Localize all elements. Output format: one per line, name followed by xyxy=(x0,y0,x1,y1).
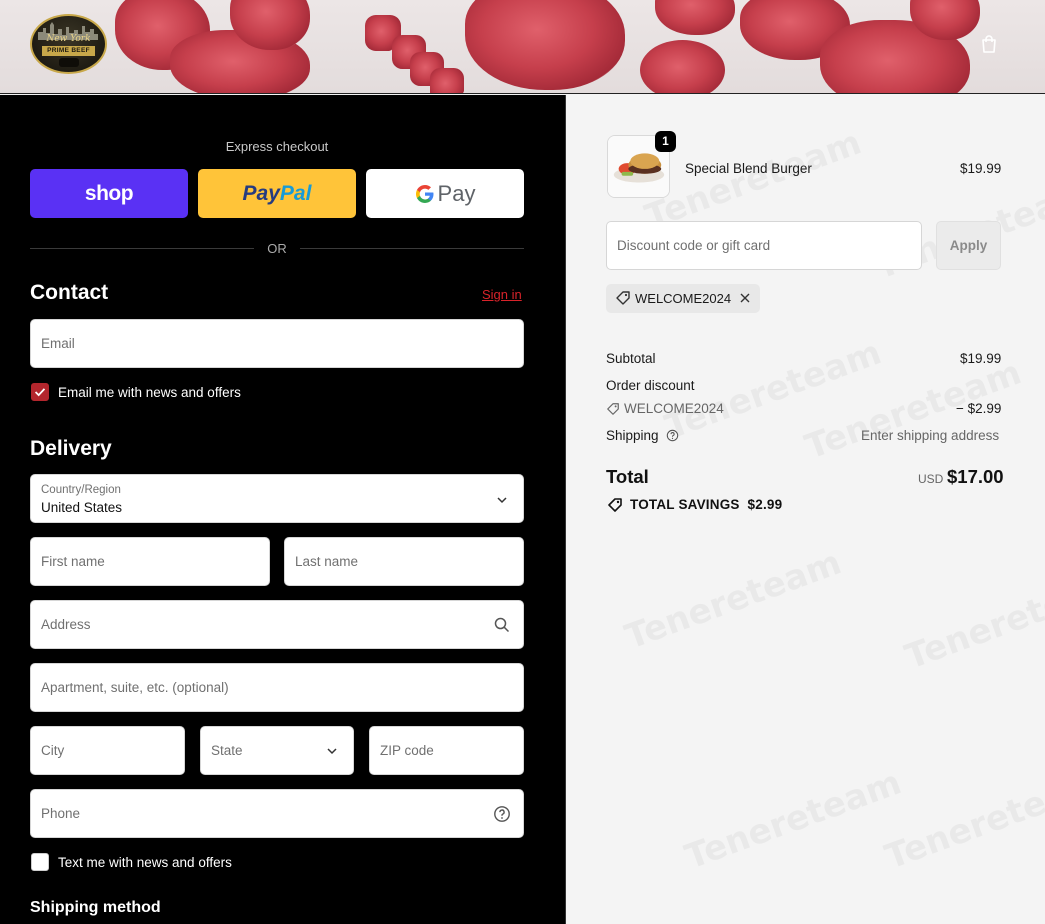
contact-heading: Contact xyxy=(30,281,109,304)
order-discount-label: Order discount xyxy=(606,378,695,393)
chevron-down-icon xyxy=(327,748,337,755)
zip-placeholder: ZIP code xyxy=(380,743,434,758)
checkout-form-panel: Express checkout shop Pay Pal Pay OR Cont… xyxy=(0,95,566,924)
total-savings-value: $2.99 xyxy=(747,497,783,512)
apartment-field[interactable]: Apartment, suite, etc. (optional) xyxy=(30,663,524,712)
item-name: Special Blend Burger xyxy=(685,161,812,176)
apply-discount-button[interactable]: Apply xyxy=(936,221,1001,270)
applied-discount-tag: WELCOME2024 xyxy=(606,284,760,313)
shopping-bag-icon[interactable] xyxy=(979,34,999,54)
logo-band-text: PRIME BEEF xyxy=(42,46,95,56)
news-checkbox-label: Email me with news and offers xyxy=(58,385,241,400)
banner-filet-image xyxy=(640,40,725,93)
city-field[interactable]: City xyxy=(30,726,185,775)
google-g-icon xyxy=(415,184,434,203)
discount-code-input[interactable]: Discount code or gift card xyxy=(606,221,922,270)
phone-field[interactable]: Phone xyxy=(30,789,524,838)
header-banner: New York PRIME BEEF xyxy=(0,0,1045,94)
google-pay-button[interactable]: Pay xyxy=(366,169,524,218)
total-value: $17.00 xyxy=(947,466,1004,487)
applied-code-text: WELCOME2024 xyxy=(635,291,732,306)
express-checkout-title: Express checkout xyxy=(225,139,329,154)
shipping-value: Enter shipping address xyxy=(861,428,1000,443)
state-placeholder: State xyxy=(211,743,243,758)
tag-icon xyxy=(616,291,630,305)
total-currency: USD xyxy=(918,472,944,486)
item-price: $19.99 xyxy=(960,161,1002,176)
email-placeholder: Email xyxy=(41,336,75,351)
close-icon[interactable] xyxy=(739,292,751,304)
total-savings-label: TOTAL SAVINGS xyxy=(630,497,740,512)
city-placeholder: City xyxy=(41,743,65,758)
help-circle-icon[interactable] xyxy=(666,429,679,442)
logo-script-text: New York xyxy=(46,34,91,44)
address-field[interactable]: Address xyxy=(30,600,524,649)
tag-icon xyxy=(607,403,619,415)
email-field[interactable]: Email xyxy=(30,319,524,368)
country-label: Country/Region xyxy=(41,484,121,496)
sms-checkbox-label: Text me with news and offers xyxy=(58,855,232,870)
paypal-button[interactable]: Pay Pal xyxy=(198,169,356,218)
sms-checkbox[interactable] xyxy=(31,853,49,871)
paypal-label-pal: Pal xyxy=(279,181,312,205)
discount-code-label: WELCOME2024 xyxy=(624,401,724,416)
shipping-label: Shipping xyxy=(606,428,659,443)
apartment-placeholder: Apartment, suite, etc. (optional) xyxy=(41,680,229,695)
cow-icon xyxy=(59,58,79,67)
discount-value: − $2.99 xyxy=(956,401,1002,416)
banner-cube-image xyxy=(430,68,464,93)
search-icon xyxy=(494,617,510,633)
google-pay-label: Pay xyxy=(437,180,476,206)
banner-steak-image xyxy=(465,0,625,90)
phone-placeholder: Phone xyxy=(41,806,81,821)
last-name-placeholder: Last name xyxy=(295,554,359,569)
news-checkbox[interactable] xyxy=(31,383,49,401)
discount-placeholder: Discount code or gift card xyxy=(617,238,771,253)
or-divider: OR xyxy=(30,240,524,258)
country-select[interactable]: Country/Region United States xyxy=(30,474,524,523)
shop-pay-button[interactable]: shop xyxy=(30,169,188,218)
subtotal-label: Subtotal xyxy=(606,351,656,366)
subtotal-value: $19.99 xyxy=(960,351,1002,366)
chevron-down-icon xyxy=(497,497,507,504)
shop-pay-label: shop xyxy=(84,181,134,205)
country-value: United States xyxy=(41,500,123,515)
help-circle-icon[interactable] xyxy=(493,805,511,823)
address-placeholder: Address xyxy=(41,617,91,632)
total-label: Total xyxy=(606,466,649,487)
checkmark-icon xyxy=(34,388,46,397)
first-name-field[interactable]: First name xyxy=(30,537,270,586)
shipping-method-heading: Shipping method xyxy=(30,899,161,916)
first-name-placeholder: First name xyxy=(41,554,105,569)
sign-in-link[interactable]: Sign in xyxy=(482,287,522,302)
delivery-heading: Delivery xyxy=(30,437,112,460)
total-savings: TOTAL SAVINGS $2.99 xyxy=(630,497,782,512)
item-quantity-badge: 1 xyxy=(655,131,676,152)
banner-steak-image xyxy=(655,0,735,35)
paypal-label-pay: Pay xyxy=(242,181,280,205)
state-select[interactable]: State xyxy=(200,726,354,775)
store-logo[interactable]: New York PRIME BEEF xyxy=(30,14,107,74)
divider-line xyxy=(300,248,524,249)
tag-icon xyxy=(608,498,622,512)
zip-field[interactable]: ZIP code xyxy=(369,726,524,775)
last-name-field[interactable]: Last name xyxy=(284,537,524,586)
